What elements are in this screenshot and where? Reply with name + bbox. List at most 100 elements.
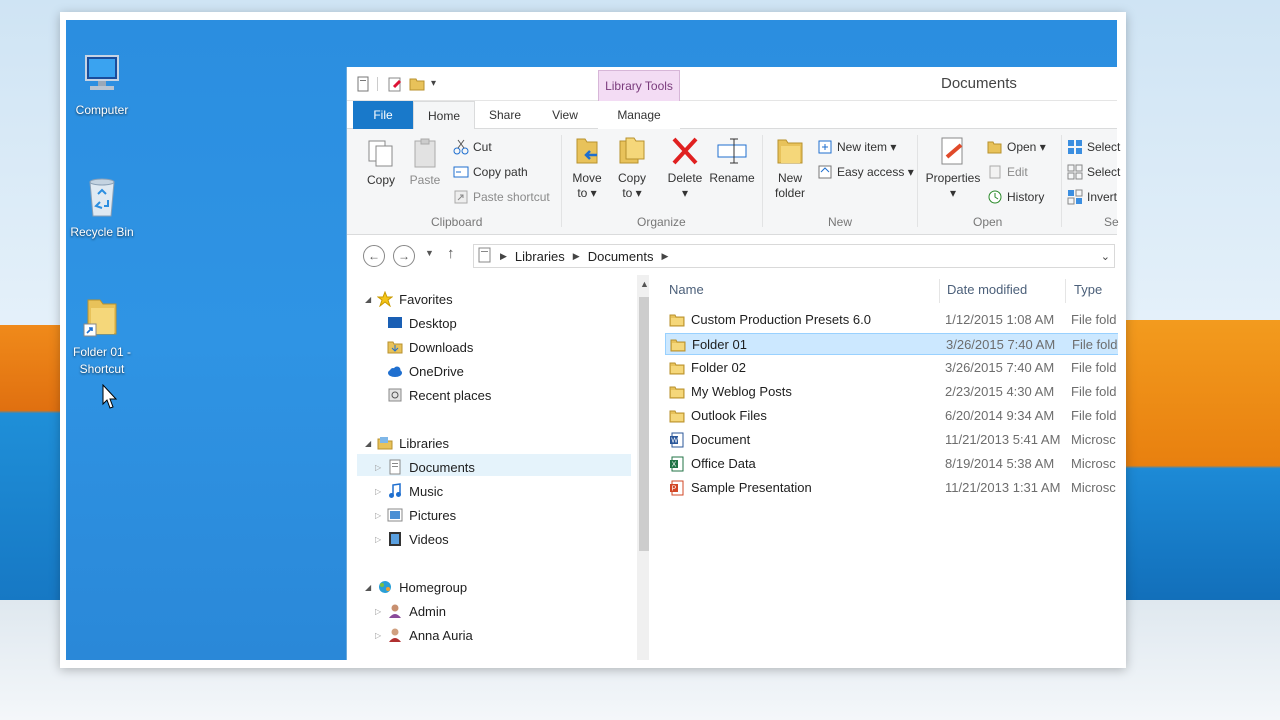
nav-item-onedrive[interactable]: OneDrive xyxy=(387,360,464,382)
file-row[interactable]: W Document 11/21/2013 5:41 AM Microsc xyxy=(665,429,1118,451)
nav-item-videos[interactable]: ▷ Videos xyxy=(375,528,449,550)
copy-to-label: Copy xyxy=(617,171,646,185)
file-row[interactable]: Custom Production Presets 6.0 1/12/2015 1… xyxy=(665,309,1118,331)
cut-button[interactable]: Cut xyxy=(453,137,492,157)
new-item-button[interactable]: New item ▾ xyxy=(817,137,896,157)
forward-button[interactable]: → xyxy=(393,245,415,267)
nav-scrollbar-thumb[interactable] xyxy=(639,297,649,551)
desktop-icon-label: Recycle Bin xyxy=(70,225,134,239)
desktop-icon-folder-shortcut[interactable]: Folder 01 - Shortcut xyxy=(66,292,142,378)
nav-item-label: Downloads xyxy=(409,339,474,355)
breadcrumb-separator-icon: ▶ xyxy=(661,250,669,261)
ribbon-tabs: File Home Share View Manage xyxy=(347,101,1117,130)
scroll-up-arrow-icon[interactable]: ▲ xyxy=(640,279,649,289)
qat-customize-chevron-icon[interactable]: ▾ xyxy=(431,76,447,92)
column-header-date-modified[interactable]: Date modified xyxy=(947,282,1027,297)
desktop-icon xyxy=(387,315,403,331)
tab-view[interactable]: View xyxy=(537,101,593,129)
paste-shortcut-label: Paste shortcut xyxy=(473,190,550,204)
new-item-label: New item ▾ xyxy=(837,140,897,154)
easy-access-label: Easy access ▾ xyxy=(837,165,914,179)
nav-item-pictures[interactable]: ▷ Pictures xyxy=(375,504,456,526)
copy-path-button[interactable]: Copy path xyxy=(453,162,528,182)
file-name: Document xyxy=(691,432,751,447)
file-type: File fold xyxy=(1071,384,1117,399)
properties-icon[interactable] xyxy=(387,76,403,92)
nav-favorites[interactable]: ◢ Favorites xyxy=(365,288,453,310)
up-arrow-icon[interactable]: ↑ xyxy=(447,245,455,262)
copy-button[interactable]: Copy xyxy=(359,137,403,188)
file-name: Folder 02 xyxy=(691,360,746,375)
tab-share[interactable]: Share xyxy=(477,101,533,129)
tab-file[interactable]: File xyxy=(353,101,413,129)
recent-locations-chevron-icon[interactable]: ▼ xyxy=(425,248,434,258)
nav-item-music[interactable]: ▷ Music xyxy=(375,480,443,502)
history-icon xyxy=(987,189,1003,205)
collapse-chevron-icon: ▷ xyxy=(375,606,382,616)
file-name: Office Data xyxy=(691,456,756,471)
nav-item-recent-places[interactable]: Recent places xyxy=(387,384,491,406)
file-row[interactable]: P Sample Presentation 11/21/2013 1:31 AM Mi… xyxy=(665,477,1118,499)
nav-libraries[interactable]: ◢ Libraries xyxy=(365,432,449,454)
new-folder-button[interactable]: New folder xyxy=(767,135,813,201)
paste-button[interactable]: Paste xyxy=(403,137,447,188)
organize-group-label: Organize xyxy=(637,215,686,229)
file-row[interactable]: X Office Data 8/19/2014 5:38 AM Microsc xyxy=(665,453,1118,475)
column-header-name[interactable]: Name xyxy=(669,282,704,297)
desktop-icon-computer[interactable]: Computer xyxy=(66,50,142,119)
column-divider[interactable] xyxy=(1065,279,1066,303)
easy-access-button[interactable]: Easy access ▾ xyxy=(817,162,914,182)
mouse-cursor-icon xyxy=(102,384,118,409)
address-bar[interactable]: ▶ Libraries ▶ Documents ▶ ⌄ xyxy=(473,244,1115,268)
user-avatar-icon xyxy=(387,603,403,619)
open-button[interactable]: Open ▾ xyxy=(987,137,1046,157)
breadcrumb-libraries[interactable]: Libraries xyxy=(515,249,565,264)
copy-to-icon xyxy=(616,135,648,167)
back-button[interactable]: ← xyxy=(363,245,385,267)
rename-button[interactable]: Rename xyxy=(708,135,756,186)
properties-button[interactable]: Properties ▾ xyxy=(923,135,983,201)
collapse-chevron-icon: ▷ xyxy=(375,510,382,520)
column-divider[interactable] xyxy=(939,279,940,303)
new-folder-icon[interactable] xyxy=(409,76,425,92)
nav-item-documents[interactable]: ▷ Documents xyxy=(375,456,475,478)
copy-to-button[interactable]: Copy to ▾ xyxy=(612,135,652,201)
copy-label: Copy xyxy=(366,173,395,187)
file-row[interactable]: My Weblog Posts 2/23/2015 4:30 AM File fol… xyxy=(665,381,1118,403)
delete-button[interactable]: Delete ▾ xyxy=(665,135,705,201)
file-row[interactable]: Outlook Files 6/20/2014 9:34 AM File fold xyxy=(665,405,1118,427)
document-icon[interactable] xyxy=(355,76,371,92)
edit-button[interactable]: Edit xyxy=(987,162,1028,182)
desktop-icon-recycle-bin[interactable]: Recycle Bin xyxy=(66,172,142,241)
file-date-modified: 3/26/2015 7:40 AM xyxy=(946,337,1056,352)
nav-item-anna-auria[interactable]: ▷ Anna Auria xyxy=(375,624,473,646)
file-type: File fold xyxy=(1071,360,1117,375)
svg-text:X: X xyxy=(672,462,677,469)
ribbon-separator xyxy=(917,135,918,227)
tab-manage[interactable]: Manage xyxy=(598,101,680,129)
file-row[interactable]: Folder 02 3/26/2015 7:40 AM File fold xyxy=(665,357,1118,379)
column-header-type[interactable]: Type xyxy=(1074,282,1102,297)
nav-homegroup[interactable]: ◢ Homegroup xyxy=(365,576,467,598)
move-to-button[interactable]: Move to ▾ xyxy=(567,135,607,201)
paste-shortcut-button[interactable]: Paste shortcut xyxy=(453,187,550,207)
nav-item-desktop[interactable]: Desktop xyxy=(387,312,457,334)
tab-home[interactable]: Home xyxy=(413,101,475,130)
address-history-chevron-icon[interactable]: ⌄ xyxy=(1101,250,1110,263)
nav-item-downloads[interactable]: Downloads xyxy=(387,336,473,358)
select-all-button[interactable]: Select xyxy=(1067,137,1120,157)
file-name: My Weblog Posts xyxy=(691,384,792,399)
breadcrumb-documents[interactable]: Documents xyxy=(588,249,654,264)
rename-icon xyxy=(716,135,748,167)
nav-item-admin[interactable]: ▷ Admin xyxy=(375,600,446,622)
properties-icon xyxy=(937,135,969,167)
select-all-label: Select xyxy=(1087,140,1121,154)
file-row[interactable]: Folder 01 3/26/2015 7:40 AM File fold xyxy=(665,333,1118,355)
collapse-chevron-icon: ▷ xyxy=(375,630,382,640)
copy-to-label-line2: to ▾ xyxy=(622,186,642,200)
invert-selection-button[interactable]: Invert xyxy=(1067,187,1117,207)
select-none-button[interactable]: Select xyxy=(1067,162,1120,182)
history-button[interactable]: History xyxy=(987,187,1044,207)
new-folder-label-line2: folder xyxy=(774,186,806,200)
easy-access-icon xyxy=(817,164,833,180)
